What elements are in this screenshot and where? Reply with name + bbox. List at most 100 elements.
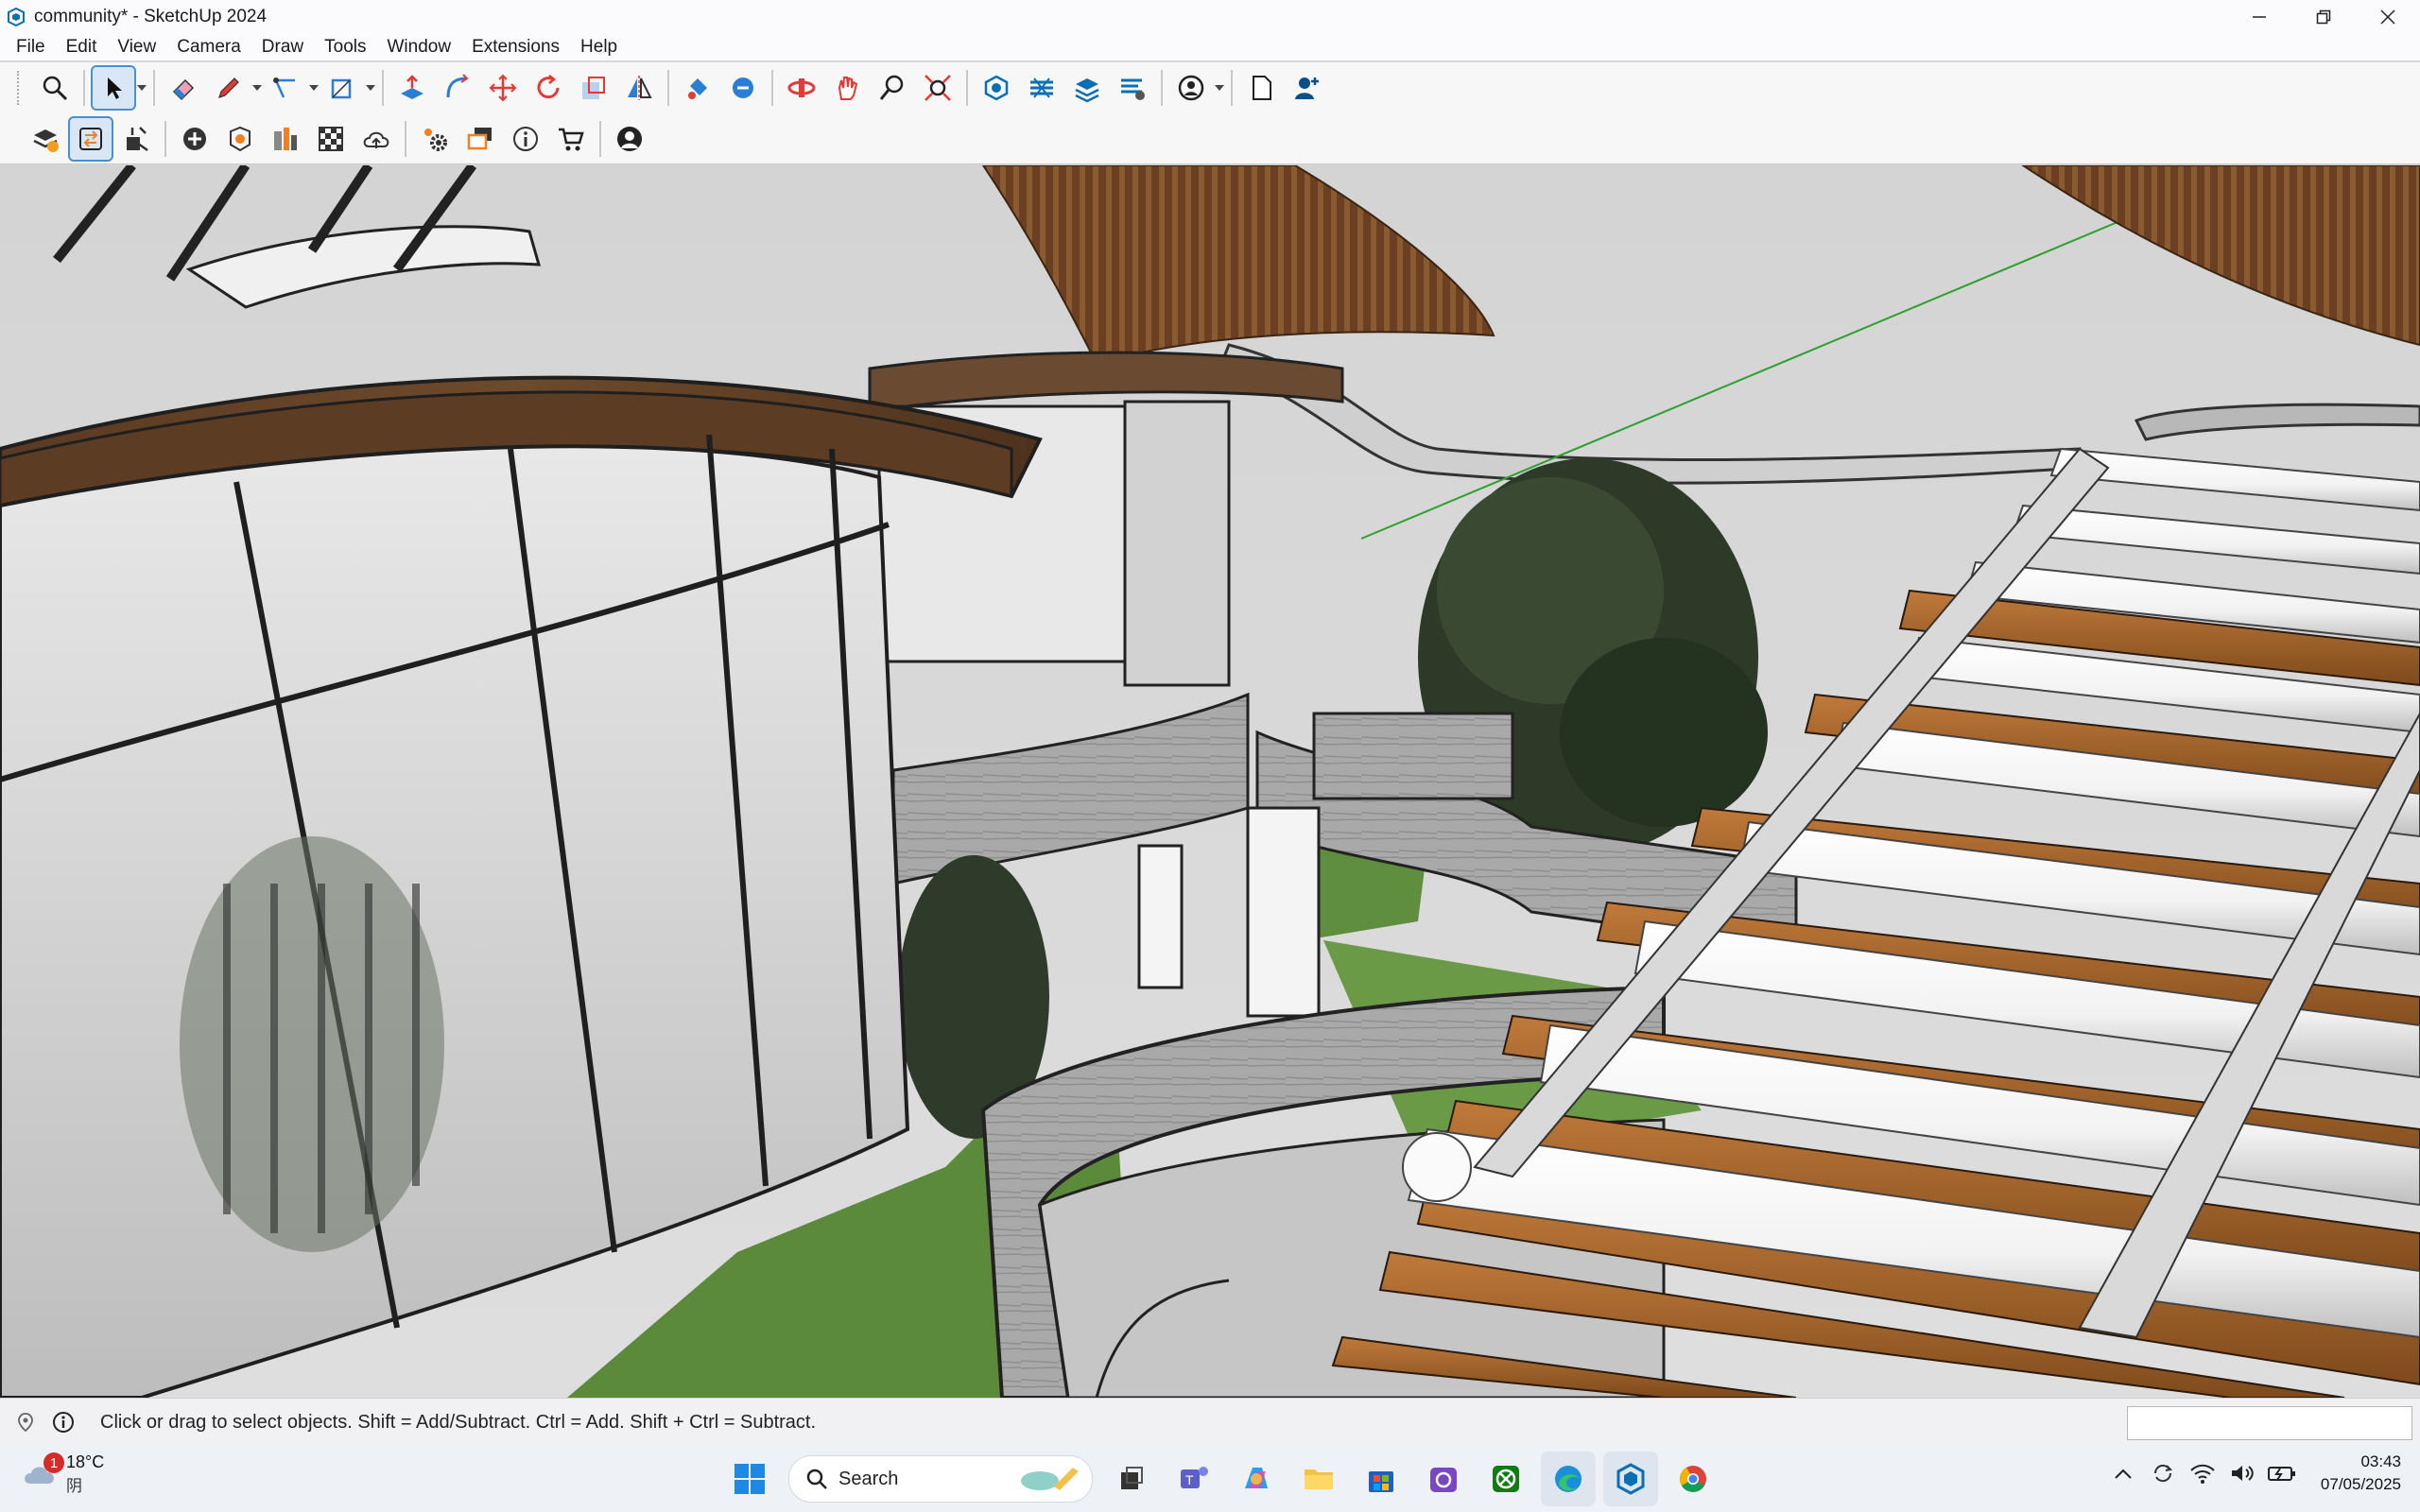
- secondary-toolbar: [0, 113, 2420, 164]
- add-tool[interactable]: [174, 118, 216, 160]
- pencil-dropdown[interactable]: [251, 67, 263, 109]
- instructor-icon[interactable]: [51, 1410, 76, 1435]
- toolbar-separator: [382, 70, 384, 106]
- rectangle-dropdown[interactable]: [365, 67, 376, 109]
- edge-icon: [1555, 1466, 1582, 1492]
- taskbar-search[interactable]: Search: [788, 1455, 1093, 1503]
- line-tool[interactable]: [265, 67, 306, 109]
- account-tool[interactable]: [1170, 67, 1212, 109]
- new-file-tool[interactable]: [1240, 67, 1282, 109]
- warehouse-icon: [984, 75, 1009, 101]
- clock[interactable]: 03:43 07/05/2025: [2321, 1451, 2401, 1496]
- weather-widget[interactable]: 1 18°C 阴: [21, 1452, 104, 1496]
- wifi-button[interactable]: [2187, 1457, 2219, 1489]
- outliner-tool[interactable]: [1066, 67, 1108, 109]
- profile-tool[interactable]: [609, 118, 650, 160]
- menu-view[interactable]: View: [107, 37, 166, 58]
- menu-edit[interactable]: Edit: [56, 37, 108, 58]
- zoom-tool[interactable]: [34, 67, 76, 109]
- materials-tool[interactable]: [265, 118, 306, 160]
- rotate-tool[interactable]: [527, 67, 569, 109]
- pan-tool[interactable]: [826, 67, 868, 109]
- cart-tool[interactable]: [550, 118, 592, 160]
- menu-window[interactable]: Window: [377, 37, 462, 58]
- scenes-tool[interactable]: [459, 118, 501, 160]
- account-dropdown[interactable]: [1214, 67, 1225, 109]
- zoom-extents-icon: [925, 75, 951, 101]
- xbox-app[interactable]: [1478, 1452, 1533, 1506]
- store-app[interactable]: [1354, 1452, 1409, 1506]
- cloud-upload-tool[interactable]: [355, 118, 397, 160]
- xbox-icon: [1493, 1466, 1519, 1492]
- chevron-down-icon: [366, 85, 375, 91]
- file-explorer-app[interactable]: [1291, 1452, 1346, 1506]
- paint-bucket-icon: [688, 78, 707, 99]
- line-tool-icon: [273, 77, 295, 98]
- pattern-tool[interactable]: [310, 118, 352, 160]
- warehouse-tool[interactable]: [976, 67, 1017, 109]
- minimize-button[interactable]: [2227, 0, 2291, 34]
- maximize-button[interactable]: [2291, 0, 2356, 34]
- add-user-tool[interactable]: [1286, 67, 1327, 109]
- menu-help[interactable]: Help: [570, 37, 628, 58]
- menu-camera[interactable]: Camera: [166, 37, 251, 58]
- orbit-tool[interactable]: [781, 67, 822, 109]
- measurements-box[interactable]: [2127, 1406, 2412, 1440]
- weather-badge: 1: [43, 1452, 64, 1473]
- task-view-button[interactable]: [1104, 1452, 1159, 1506]
- menu-file[interactable]: File: [6, 37, 56, 58]
- zoom-extents-tool[interactable]: [917, 67, 959, 109]
- chrome-app[interactable]: [1666, 1452, 1720, 1506]
- copilot-app[interactable]: [1229, 1452, 1284, 1506]
- toolbar-separator: [771, 70, 773, 106]
- flip-tool[interactable]: [618, 67, 660, 109]
- geolocation-icon[interactable]: [13, 1410, 38, 1435]
- line-dropdown[interactable]: [308, 67, 320, 109]
- select-tool[interactable]: [91, 65, 136, 111]
- tags-tool[interactable]: [1112, 67, 1153, 109]
- model-viewport[interactable]: [0, 165, 2420, 1398]
- select-dropdown[interactable]: [136, 67, 147, 109]
- outlook-app[interactable]: [1416, 1452, 1471, 1506]
- search-icon: [806, 1469, 827, 1489]
- volume-button[interactable]: [2226, 1457, 2258, 1489]
- menu-draw[interactable]: Draw: [251, 37, 314, 58]
- components-tool[interactable]: [219, 118, 261, 160]
- teams-app[interactable]: T: [1167, 1452, 1221, 1506]
- push-pull-tool[interactable]: [391, 67, 433, 109]
- eraser-tool[interactable]: [163, 67, 204, 109]
- layers-tool[interactable]: [1021, 67, 1063, 109]
- tray-overflow-button[interactable]: [2107, 1457, 2139, 1489]
- sync-button[interactable]: [2147, 1457, 2179, 1489]
- follow-me-tool[interactable]: [437, 67, 478, 109]
- scale-tool[interactable]: [573, 67, 614, 109]
- sketchup-app[interactable]: [1603, 1452, 1658, 1506]
- account-icon: [1178, 75, 1204, 101]
- copilot-icon: [1245, 1468, 1268, 1488]
- close-button[interactable]: [2356, 0, 2420, 34]
- model-info-tool[interactable]: [25, 118, 66, 160]
- settings-tool[interactable]: [414, 118, 456, 160]
- info-tool[interactable]: [505, 118, 546, 160]
- pencil-tool[interactable]: [208, 67, 250, 109]
- zoom-window-tool[interactable]: [872, 67, 913, 109]
- search-highlight-icon: [1021, 1468, 1079, 1490]
- move-tool[interactable]: [482, 67, 524, 109]
- rectangle-tool[interactable]: [321, 67, 363, 109]
- swap-tool[interactable]: [68, 115, 113, 162]
- edge-app[interactable]: [1541, 1452, 1596, 1506]
- export-tool[interactable]: [115, 118, 157, 160]
- flip-icon: [628, 76, 652, 100]
- toolbar-grip[interactable]: [17, 71, 25, 105]
- menu-tools[interactable]: Tools: [314, 37, 376, 58]
- model-info-icon: [33, 129, 59, 152]
- menu-extensions[interactable]: Extensions: [461, 37, 570, 58]
- sample-paint-tool[interactable]: [722, 67, 764, 109]
- paint-tool[interactable]: [677, 67, 718, 109]
- layers-icon: [1030, 77, 1053, 98]
- battery-button[interactable]: [2266, 1457, 2298, 1489]
- status-bar: Click or drag to select objects. Shift =…: [0, 1398, 2420, 1446]
- window-title: community* - SketchUp 2024: [34, 7, 268, 26]
- start-button[interactable]: [722, 1452, 777, 1506]
- chevron-down-icon: [309, 85, 319, 91]
